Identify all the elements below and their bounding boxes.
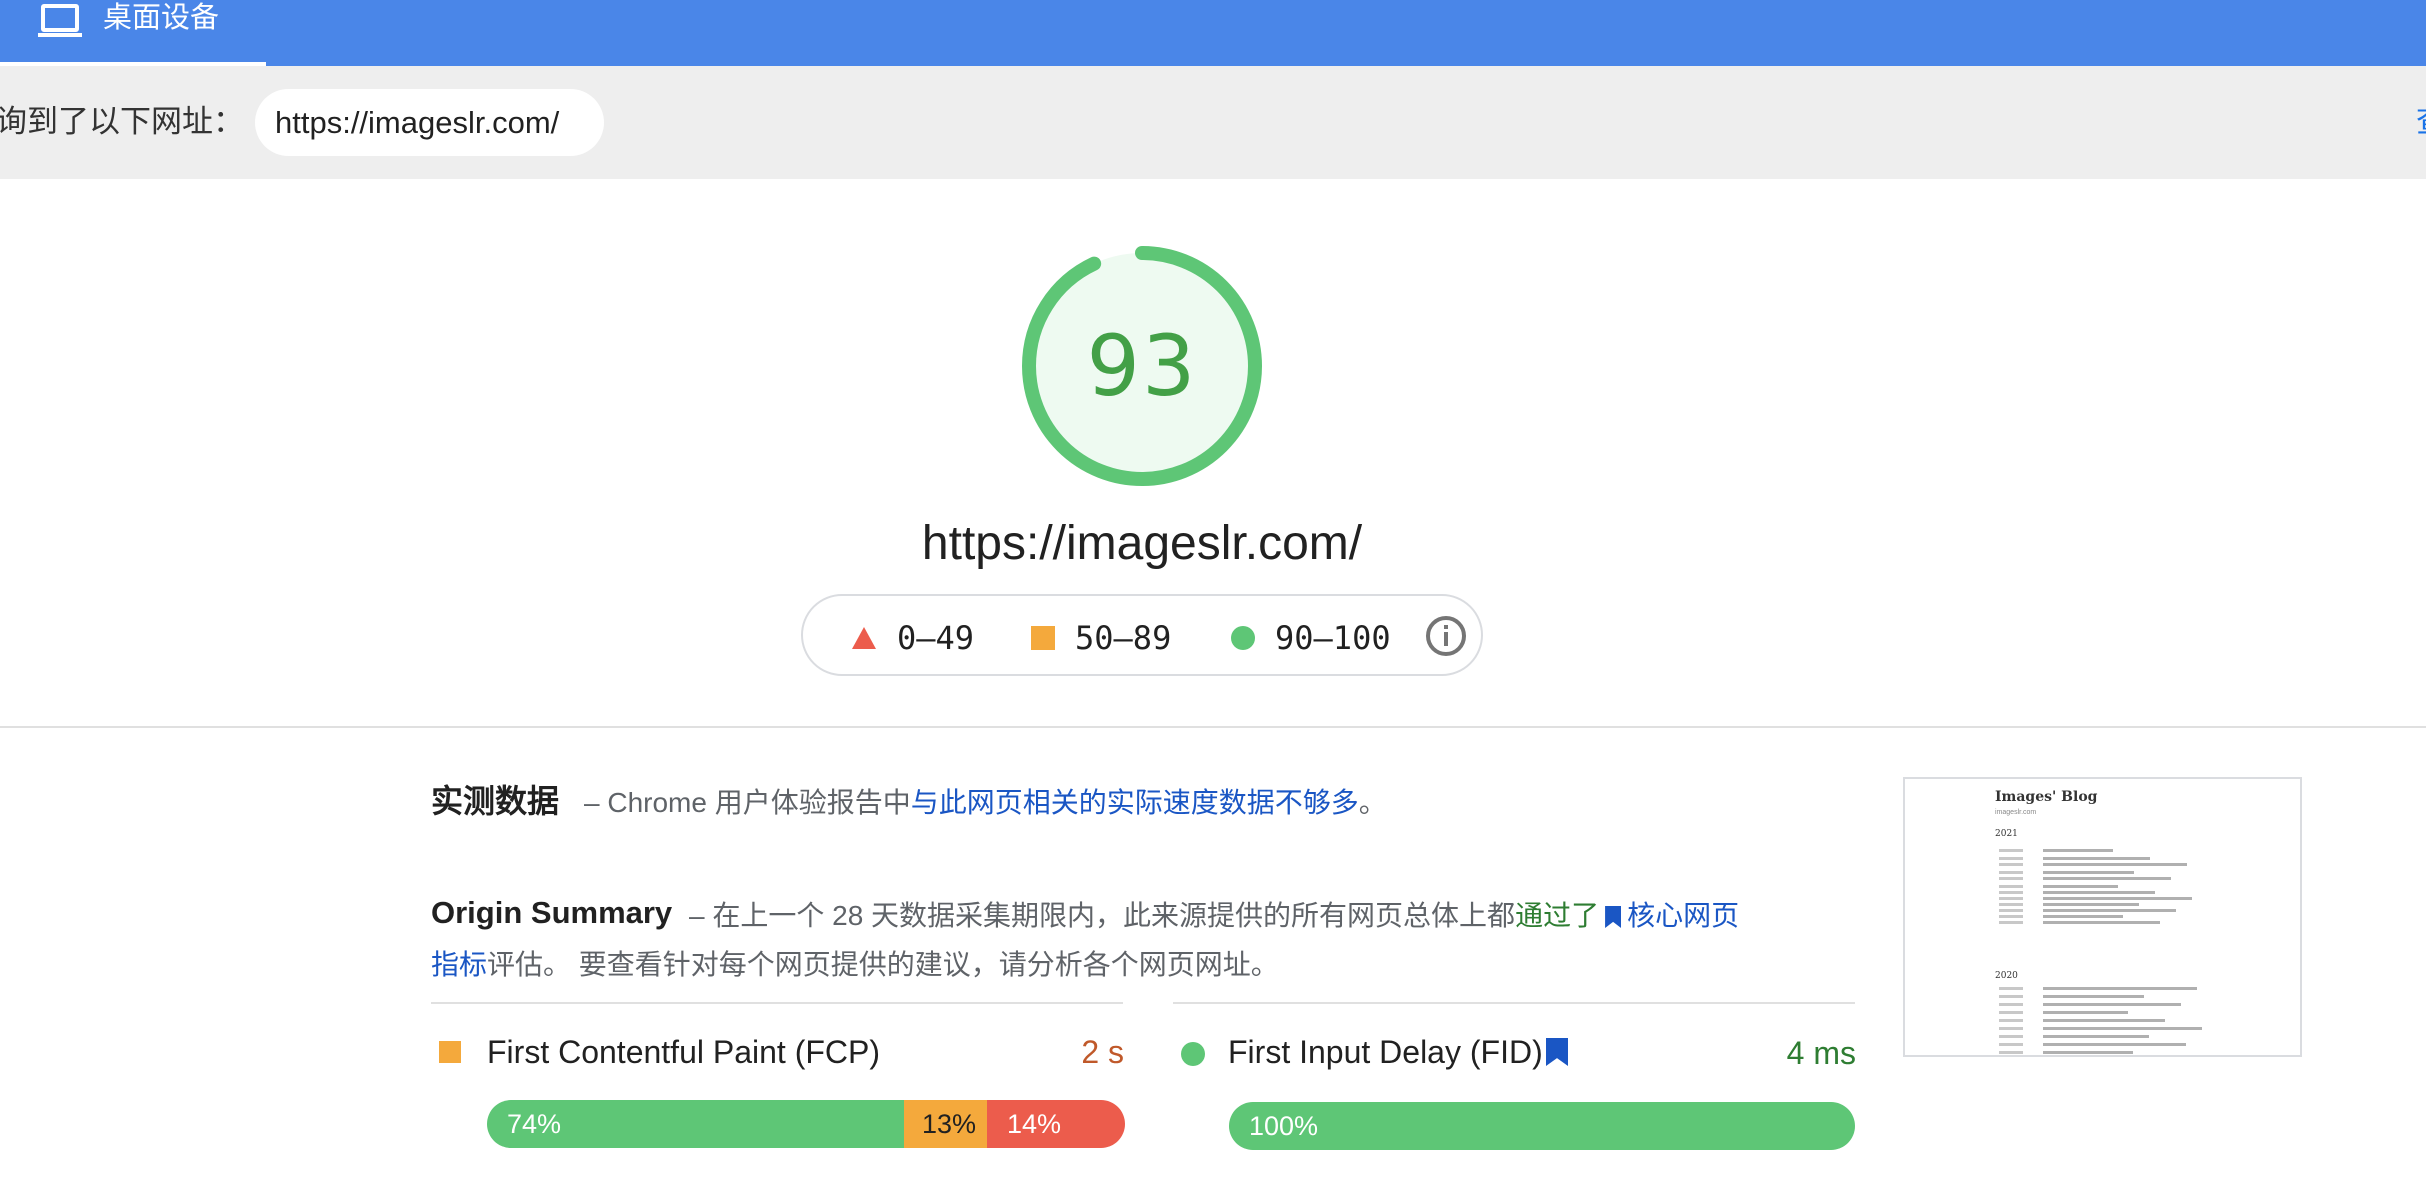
thumbnail-post-date <box>1999 921 2023 924</box>
thumbnail-post-title <box>2043 863 2187 866</box>
thumbnail-post-date <box>1999 1019 2023 1022</box>
legend-average: 50–89 <box>1031 618 1171 658</box>
thumbnail-post-title <box>2043 1003 2181 1006</box>
thumbnail-post-title <box>2043 871 2134 874</box>
thumbnail-post-date <box>1999 1003 2023 1006</box>
thumbnail-post-title <box>2043 987 2197 990</box>
performance-score: 93 <box>1086 317 1198 415</box>
thumbnail-post-title <box>2043 897 2192 900</box>
thumbnail-post-date <box>1999 897 2023 900</box>
thumbnail-post-title <box>2043 1027 2202 1030</box>
thumbnail-post-date <box>1999 903 2023 906</box>
thumbnail-title: Images' Blog <box>1995 789 2098 805</box>
fcp-metric-name: First Contentful Paint (FCP) <box>487 1034 880 1070</box>
thumbnail-post-date <box>1999 915 2023 918</box>
thumbnail-subtitle: imageslr.com <box>1995 809 2037 816</box>
thumbnail-post-date <box>1999 857 2023 860</box>
thumbnail-post-title <box>2043 877 2171 880</box>
fid-metric-value: 4 ms <box>1786 1035 1856 1071</box>
field-data-desc-suffix: 。 <box>1358 787 1387 818</box>
triangle-icon <box>852 627 876 649</box>
thumbnail-post-title <box>2043 857 2150 860</box>
fcp-poor-segment: 14% <box>987 1100 1125 1148</box>
thumbnail-post-date <box>1999 885 2023 888</box>
thumbnail-post-date <box>1999 871 2023 874</box>
thumbnail-post-title <box>2043 915 2123 918</box>
info-icon[interactable] <box>1425 615 1467 657</box>
thumbnail-post-date <box>1999 995 2023 998</box>
thumbnail-post-date <box>1999 987 2023 990</box>
legend-pass: 90–100 <box>1231 618 1391 658</box>
thumbnail-post-date <box>1999 863 2023 866</box>
tab-desktop-label: 桌面设备 <box>103 2 220 34</box>
thumbnail-post-title <box>2043 995 2144 998</box>
fcp-distribution-bar[interactable]: 74% 13% 14% <box>487 1100 1125 1148</box>
section-divider <box>0 726 2426 728</box>
legend-pass-label: 90–100 <box>1275 619 1391 657</box>
metric-divider-left <box>431 1002 1123 1004</box>
thumbnail-post-title <box>2043 921 2160 924</box>
field-data-description: – Chrome 用户体验报告中与此网页相关的实际速度数据不够多。 <box>584 781 1387 825</box>
score-legend: 0–49 50–89 90–100 <box>801 594 1483 676</box>
origin-summary-suffix: 评估。 要查看针对每个网页提供的建议，请分析各个网页网址。 <box>487 949 1279 980</box>
analyzed-url-text: https://imageslr.com/ <box>275 105 560 140</box>
thumbnail-post-title <box>2043 909 2176 912</box>
bookmark-icon <box>1546 1038 1568 1066</box>
tab-desktop[interactable]: 桌面设备 <box>0 0 266 66</box>
field-data-title: 实测数据 <box>431 783 560 819</box>
fcp-good-segment: 74% <box>487 1100 904 1148</box>
thumbnail-post-title <box>2043 1011 2128 1014</box>
circle-icon <box>1231 626 1255 650</box>
fcp-average-segment: 13% <box>904 1100 987 1148</box>
square-icon <box>439 1041 461 1063</box>
thumbnail-post-title <box>2043 1043 2186 1046</box>
legend-average-label: 50–89 <box>1075 619 1172 657</box>
thumbnail-post-title <box>2043 1019 2165 1022</box>
thumbnail-post-date <box>1999 877 2023 880</box>
origin-summary-prefix: – 在上一个 28 天数据采集期限内，此来源提供的所有网页总体上都 <box>689 900 1516 931</box>
thumbnail-post-date <box>1999 1051 2023 1054</box>
page-url-heading: https://imageslr.com/ <box>921 517 1363 570</box>
thumbnail-post-title <box>2043 1035 2149 1038</box>
thumbnail-year: 2021 <box>1995 829 2018 839</box>
fid-distribution-bar[interactable]: 100% <box>1229 1102 1855 1150</box>
origin-summary-pass: 通过了 <box>1515 900 1600 931</box>
thumbnail-post-date <box>1999 1011 2023 1014</box>
bookmark-icon <box>1605 906 1622 928</box>
thumbnail-post-date <box>1999 891 2023 894</box>
top-tab-bar <box>0 0 2426 66</box>
origin-summary-text: – 在上一个 28 天数据采集期限内，此来源提供的所有网页总体上都通过了 核心网页… <box>431 891 1751 989</box>
legend-fail-label: 0–49 <box>897 619 975 657</box>
thumbnail-post-title <box>2043 885 2118 888</box>
metric-divider-right <box>1173 1002 1855 1004</box>
circle-icon <box>1181 1042 1205 1066</box>
thumbnail-post-date <box>1999 1035 2023 1038</box>
square-icon <box>1031 626 1055 650</box>
thumbnail-post-title <box>2043 903 2139 906</box>
thumbnail-post-title <box>2043 891 2155 894</box>
laptop-icon <box>38 4 82 37</box>
thumbnail-post-date <box>1999 1043 2023 1046</box>
legend-fail: 0–49 <box>851 618 974 658</box>
field-data-link[interactable]: 与此网页相关的实际速度数据不够多 <box>911 787 1359 818</box>
thumbnail-year: 2020 <box>1995 971 2018 981</box>
thumbnail-post-date <box>1999 909 2023 912</box>
analyzed-url-chip[interactable]: https://imageslr.com/ <box>255 89 604 156</box>
page-screenshot-thumbnail: Images' Blog imageslr.com 2021 2020 <box>1903 777 2302 1057</box>
thumbnail-post-date <box>1999 849 2023 852</box>
url-prefix-text: 询到了以下网址： <box>0 104 244 139</box>
thumbnail-post-title <box>2043 849 2113 852</box>
field-data-desc-prefix: – Chrome 用户体验报告中 <box>584 787 911 818</box>
thumbnail-post-date <box>1999 1027 2023 1030</box>
thumbnail-post-title <box>2043 1051 2133 1054</box>
fcp-metric-value: 2 s <box>1081 1034 1124 1070</box>
fid-metric-name: First Input Delay (FID) <box>1228 1034 1543 1070</box>
view-report-link[interactable]: 查 <box>2416 100 2426 144</box>
